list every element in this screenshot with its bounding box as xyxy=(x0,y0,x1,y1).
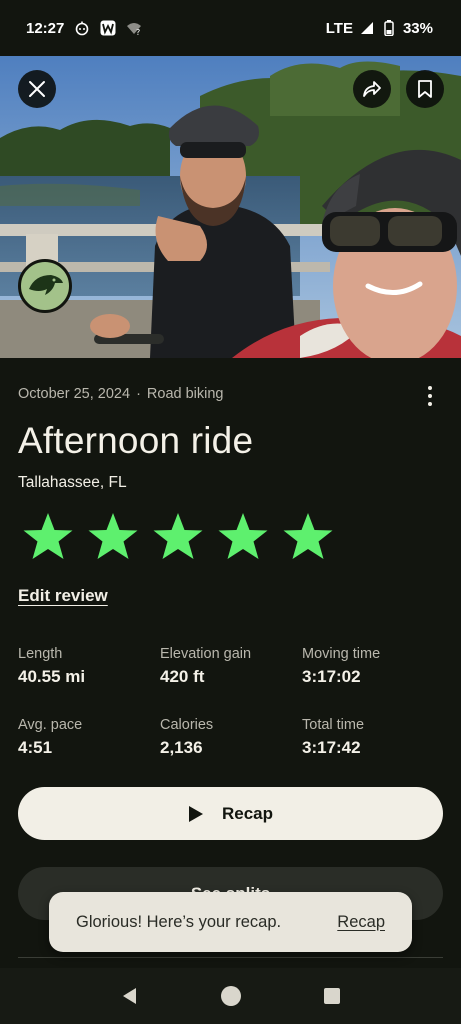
wifi-unknown-icon: ? xyxy=(126,20,142,36)
battery-percentage: 33% xyxy=(402,19,433,37)
close-button[interactable] xyxy=(18,70,56,108)
user-avatar[interactable] xyxy=(18,259,72,313)
stat-value: 4:51 xyxy=(18,738,53,757)
stat-length: Length 40.55 mi xyxy=(18,646,85,687)
more-dot xyxy=(428,394,432,398)
more-dot xyxy=(428,386,432,390)
stat-label: Moving time xyxy=(302,646,381,662)
star-icon[interactable] xyxy=(282,512,334,562)
recap-button-label: Recap xyxy=(221,803,274,823)
battery-icon xyxy=(381,20,397,36)
recap-button[interactable]: Recap xyxy=(18,787,443,840)
system-nav-bar xyxy=(0,968,461,1024)
activity-location: Tallahassee, FL xyxy=(18,474,127,491)
activity-meta: October 25, 2024 · Road biking xyxy=(18,386,223,402)
network-type: LTE xyxy=(325,19,353,37)
star-icon[interactable] xyxy=(87,512,139,562)
star-icon[interactable] xyxy=(152,512,204,562)
close-icon xyxy=(29,81,45,97)
activity-date: October 25, 2024 xyxy=(18,386,131,402)
stat-label: Calories xyxy=(160,717,214,733)
stat-total-time: Total time 3:17:42 xyxy=(302,717,364,758)
save-button[interactable] xyxy=(406,70,444,108)
stat-label: Avg. pace xyxy=(18,717,83,733)
meta-separator: · xyxy=(136,386,141,402)
stat-value: 2,136 xyxy=(160,738,203,757)
snackbar-message: Glorious! Here’s your recap. xyxy=(76,912,282,931)
recents-icon[interactable] xyxy=(323,987,341,1005)
robot-notification-icon xyxy=(74,20,90,36)
more-dot xyxy=(428,402,432,406)
edit-review-link[interactable]: Edit review xyxy=(18,586,108,606)
snackbar: Glorious! Here’s your recap. Recap xyxy=(49,892,412,952)
play-icon xyxy=(188,805,203,822)
stat-value: 420 ft xyxy=(160,667,205,686)
activity-title: Afternoon ride xyxy=(18,420,254,461)
w-app-icon xyxy=(100,20,116,36)
svg-text:?: ? xyxy=(136,28,140,36)
share-button[interactable] xyxy=(353,70,391,108)
stat-label: Total time xyxy=(302,717,365,733)
status-time: 12:27 xyxy=(26,19,65,37)
star-rating[interactable] xyxy=(22,512,334,562)
activity-photo-illustration xyxy=(0,56,461,358)
snackbar-recap-action[interactable]: Recap xyxy=(337,913,385,932)
stat-value: 3:17:42 xyxy=(302,738,361,757)
more-options-button[interactable] xyxy=(420,382,440,410)
stat-moving-time: Moving time 3:17:02 xyxy=(302,646,380,687)
stat-value: 3:17:02 xyxy=(302,667,361,686)
activity-type: Road biking xyxy=(146,386,224,402)
share-icon xyxy=(363,81,381,97)
star-icon[interactable] xyxy=(22,512,74,562)
stat-value: 40.55 mi xyxy=(18,667,86,686)
star-icon[interactable] xyxy=(217,512,269,562)
signal-icon xyxy=(359,20,375,36)
eagle-icon xyxy=(29,275,63,295)
stat-avg-pace: Avg. pace 4:51 xyxy=(18,717,82,758)
stat-label: Length xyxy=(18,646,63,662)
home-icon[interactable] xyxy=(220,985,242,1007)
back-icon[interactable] xyxy=(120,986,140,1006)
status-bar: 12:27 ? LTE 33% xyxy=(0,0,461,56)
stat-elevation-gain: Elevation gain 420 ft xyxy=(160,646,251,687)
stat-label: Elevation gain xyxy=(160,646,252,662)
activity-photo[interactable] xyxy=(0,56,461,358)
stat-calories: Calories 2,136 xyxy=(160,717,213,758)
divider xyxy=(18,957,443,958)
bookmark-icon xyxy=(418,80,432,98)
